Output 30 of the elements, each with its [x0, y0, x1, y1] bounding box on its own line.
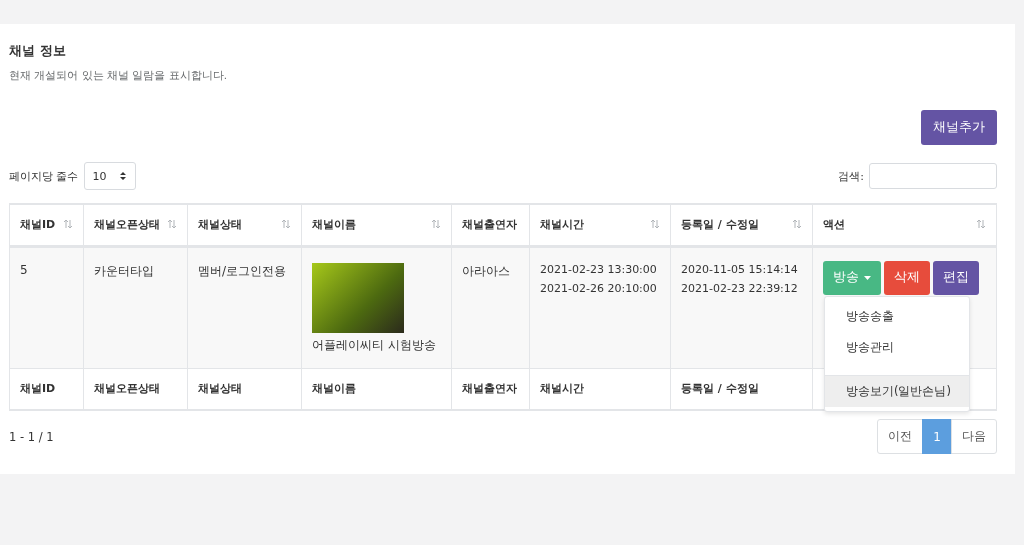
channel-name: 어플레이씨티 시험방송 [312, 336, 437, 354]
menu-item[interactable]: 방송보기(일반손님) [825, 374, 969, 407]
channel-time: 2021-02-26 20:10:00 [540, 281, 658, 295]
action-button[interactable]: 삭제 [884, 260, 930, 295]
footer-cell: 채널시간 [529, 368, 671, 410]
menu-item[interactable]: 방송관리 [825, 331, 969, 363]
table-info: 1 - 1 / 1 [9, 429, 54, 444]
card-subtitle: 현재 개설되어 있는 채널 일람을 표시합니다. [9, 69, 229, 83]
footer-cell: 채널출연자 [451, 368, 530, 410]
action-button[interactable]: 편집 [933, 260, 979, 295]
table-cell: 카운터타입 [83, 246, 188, 368]
table-cell: 아라아스 [451, 246, 530, 368]
page-button[interactable]: 이전 [877, 419, 924, 454]
channel-time: 2021-02-23 13:30:00 [540, 262, 658, 276]
table-cell: 5 [9, 246, 84, 368]
date-text: 2021-02-23 22:39:12 [681, 281, 799, 295]
footer-cell: 채널오픈상태 [83, 368, 188, 410]
page-length-select[interactable]: 10 [83, 162, 136, 190]
page-length-label: 페이지당 줄수 [9, 168, 79, 184]
footer-cell: 채널ID [9, 368, 84, 410]
search-label: 검색: [838, 168, 864, 184]
footer-cell: 채널상태 [187, 368, 302, 410]
add-channel-button[interactable]: 채널추가 [921, 110, 997, 145]
page-button[interactable]: 다음 [951, 419, 997, 454]
menu-item[interactable]: 방송송출 [825, 300, 969, 332]
table-cell: 멤버/로그인전용 [187, 246, 302, 368]
footer-cell: 채널이름 [301, 368, 452, 410]
date-text: 2020-11-05 15:14:14 [681, 262, 799, 276]
card-title: 채널 정보 [9, 42, 67, 60]
footer-cell: 등록일 / 수정일 [670, 368, 813, 410]
